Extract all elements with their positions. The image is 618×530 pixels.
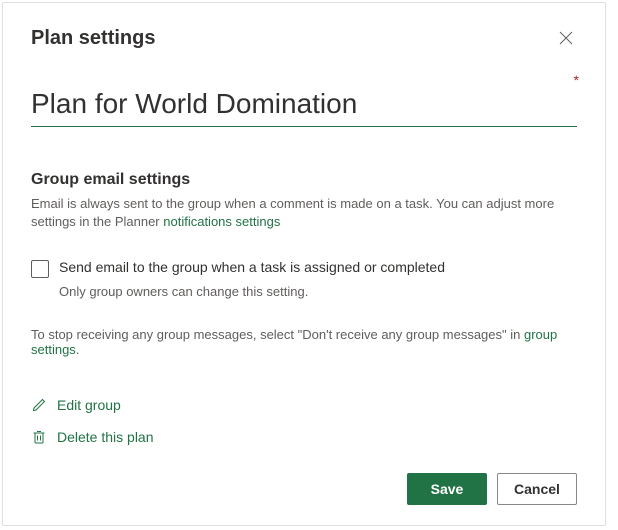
stop-text-prefix: To stop receiving any group messages, se… <box>31 327 524 342</box>
edit-group-link[interactable]: Edit group <box>31 397 577 413</box>
email-section-desc: Email is always sent to the group when a… <box>31 195 577 231</box>
dialog-header: Plan settings <box>31 27 577 50</box>
close-icon <box>559 31 573 45</box>
close-button[interactable] <box>555 27 577 49</box>
cancel-button[interactable]: Cancel <box>497 473 577 505</box>
email-section-title: Group email settings <box>31 171 577 189</box>
pencil-icon <box>31 397 47 413</box>
send-email-checkbox[interactable] <box>31 260 49 278</box>
trash-icon <box>31 429 47 445</box>
delete-plan-label: Delete this plan <box>57 429 154 445</box>
plan-name-row: * <box>31 86 577 127</box>
plan-settings-dialog: Plan settings * Group email settings Ema… <box>2 2 606 526</box>
dialog-footer: Save Cancel <box>31 473 577 505</box>
dialog-title: Plan settings <box>31 27 155 50</box>
plan-name-input[interactable] <box>31 86 577 127</box>
send-email-checkbox-hint: Only group owners can change this settin… <box>59 284 577 299</box>
email-checkbox-row: Send email to the group when a task is a… <box>31 259 577 278</box>
send-email-checkbox-label: Send email to the group when a task is a… <box>59 259 445 275</box>
edit-group-label: Edit group <box>57 397 121 413</box>
stop-receiving-text: To stop receiving any group messages, se… <box>31 327 577 357</box>
delete-plan-link[interactable]: Delete this plan <box>31 429 577 445</box>
notifications-settings-link[interactable]: notifications settings <box>163 214 280 229</box>
required-indicator: * <box>574 72 579 88</box>
email-desc-text: Email is always sent to the group when a… <box>31 196 554 229</box>
stop-text-suffix: . <box>76 342 80 357</box>
save-button[interactable]: Save <box>407 473 487 505</box>
